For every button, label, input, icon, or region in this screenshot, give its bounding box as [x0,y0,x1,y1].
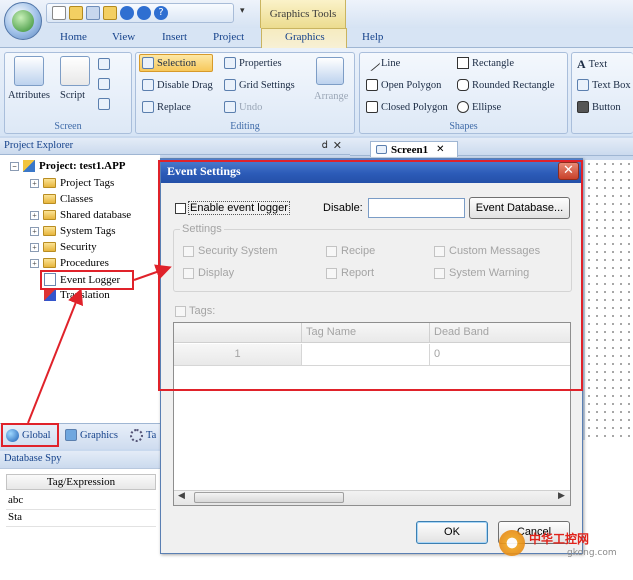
application-button[interactable] [4,2,42,40]
annotation-arrows [27,264,172,424]
watermark-text: 中华工控网 [529,532,590,546]
app-logo-icon [12,10,34,32]
arrow-global-to-event-logger [27,288,84,424]
watermark-url: gkong.com [567,548,617,558]
watermark-logo: 中华工控网 gkong.com [497,524,631,580]
gear-icon [499,530,525,556]
arrow-event-logger-to-dialog [133,264,172,281]
